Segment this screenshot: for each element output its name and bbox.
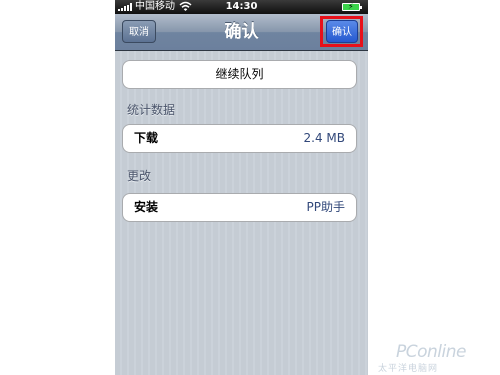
install-label: 安装 <box>134 200 159 214</box>
install-package-value: PP助手 <box>306 200 345 214</box>
status-time: 14:30 <box>225 1 258 12</box>
navigation-bar: 确认 取消 确认 <box>115 14 368 51</box>
pconline-watermark: PConline 太平洋电脑网 <box>378 342 496 374</box>
section-header-changes: 更改 <box>127 169 152 183</box>
confirm-button[interactable]: 确认 <box>326 20 358 43</box>
continue-queue-button[interactable]: 继续队列 <box>122 60 357 89</box>
download-size-row: 下载 2.4 MB <box>122 124 357 153</box>
watermark-tagline: 太平洋电脑网 <box>378 364 439 374</box>
download-label: 下载 <box>134 131 159 145</box>
install-row: 安装 PP助手 <box>122 193 357 222</box>
download-size-value: 2.4 MB <box>303 131 345 145</box>
cancel-button[interactable]: 取消 <box>122 20 156 43</box>
section-header-stats: 统计数据 <box>127 103 176 117</box>
charging-bolt-icon: ⚡ <box>348 2 354 11</box>
phone-screen: 中国移动 14:30 ⚡ 确认 取消 确认 继续队列 统计数据 下载 2.4 M… <box>115 0 368 375</box>
status-bar: 中国移动 14:30 ⚡ <box>115 0 368 14</box>
watermark-logo: PConline <box>396 342 466 362</box>
battery-icon: ⚡ <box>342 2 362 11</box>
